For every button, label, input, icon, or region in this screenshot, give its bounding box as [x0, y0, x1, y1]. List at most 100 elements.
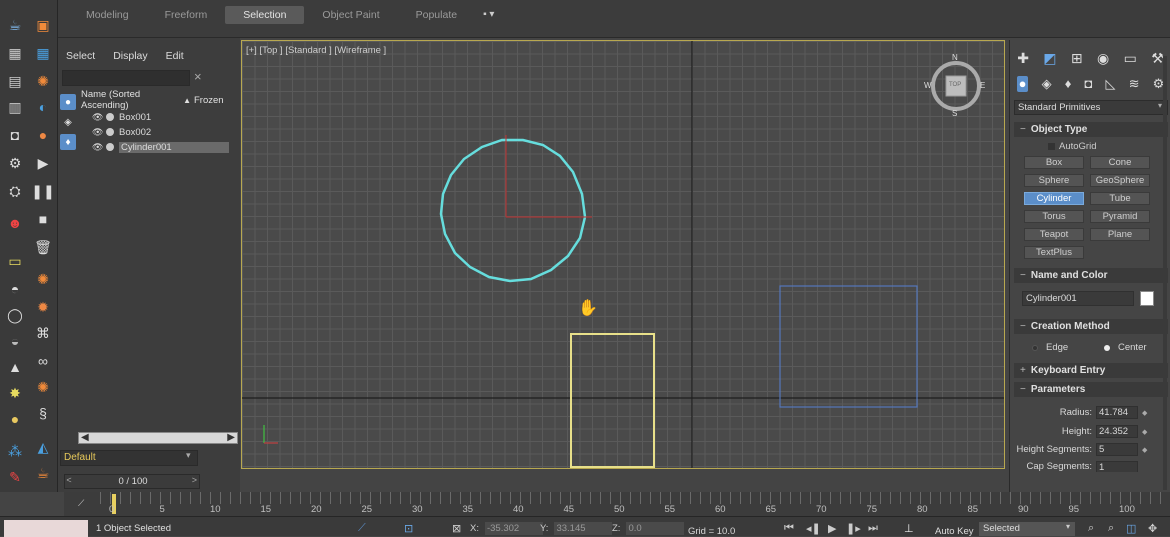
play-icon[interactable]: ▶	[32, 152, 54, 174]
schematic-icon[interactable]: ▥	[4, 96, 26, 118]
z-input[interactable]: 0.0	[626, 522, 685, 535]
next-key-icon[interactable]: ❚▸	[846, 522, 861, 535]
scene-row[interactable]: 👁 Box001	[92, 110, 238, 124]
geosphere-button[interactable]: GeoSphere	[1090, 174, 1150, 187]
material-editor-icon[interactable]: ▦	[32, 42, 54, 64]
cylinder-button[interactable]: Cylinder	[1024, 192, 1084, 205]
ribbon-tab-selection[interactable]: Selection	[225, 6, 305, 24]
display-icon[interactable]: ▭	[4, 250, 26, 272]
shapes-icon[interactable]: ◈	[1042, 76, 1052, 92]
curve-editor-icon[interactable]: ⟋	[78, 498, 84, 509]
checkbox-box[interactable]	[1048, 143, 1055, 150]
object-name-field[interactable]: Cylinder001	[1022, 291, 1134, 306]
lights-icon[interactable]: ♦	[1065, 76, 1072, 92]
orbit-icon[interactable]: ✥	[1148, 522, 1157, 535]
column-frozen[interactable]: Frozen	[194, 95, 238, 106]
ribbon-tab-freeform[interactable]: Freeform	[147, 6, 226, 24]
viewport-canvas[interactable]: ✋	[242, 41, 1004, 468]
column-name[interactable]: Name (Sorted Ascending)	[78, 89, 183, 111]
eye-icon[interactable]: 👁	[92, 112, 104, 123]
selection-lock-icon[interactable]: ⊡	[404, 522, 413, 535]
paint-icon[interactable]: ✎	[4, 466, 26, 488]
rollout-parameters[interactable]: − Parameters	[1014, 382, 1168, 397]
environment-icon[interactable]: ◐	[32, 96, 54, 118]
flame-icon[interactable]: ✺	[32, 268, 54, 290]
prev-key-icon[interactable]: ◂❚	[806, 522, 821, 535]
play-icon[interactable]: ▶	[828, 522, 836, 535]
scroll-right-icon[interactable]: ▶	[227, 432, 235, 443]
object-color-swatch[interactable]	[1140, 291, 1154, 306]
go-to-end-icon[interactable]: ⏭	[868, 522, 878, 535]
go-to-start-icon[interactable]: ⏮	[784, 522, 794, 535]
pan-icon[interactable]: ◫	[1126, 522, 1136, 535]
pyramid-button[interactable]: Pyramid	[1090, 210, 1150, 223]
menu-select[interactable]: Select	[66, 50, 95, 62]
geometry-icon[interactable]: ●	[1016, 76, 1029, 92]
radio-dot[interactable]	[1032, 344, 1038, 351]
auto-key-button[interactable]: Auto Key	[935, 526, 974, 537]
light-icon[interactable]: ▲	[4, 356, 26, 378]
viewcube-face-top[interactable]: TOP	[949, 82, 961, 88]
textplus-button[interactable]: TextPlus	[1024, 246, 1084, 259]
square-icon[interactable]: ■	[32, 208, 54, 230]
menu-edit[interactable]: Edit	[166, 50, 184, 62]
top-viewport[interactable]: [+] [Top ] [Standard ] [Wireframe ] ✋ N …	[241, 40, 1005, 469]
radio-edge[interactable]: Edge	[1032, 342, 1068, 353]
hierarchy-tab-icon[interactable]: ⊞	[1071, 50, 1083, 67]
ribbon-tab-populate[interactable]: Populate	[398, 6, 475, 24]
spline-icon[interactable]: ⌘	[32, 322, 54, 344]
layer-dropdown[interactable]: Default	[60, 450, 198, 466]
horizontal-scrollbar[interactable]: ◀ ▶	[78, 432, 238, 444]
sun-icon[interactable]: ✸	[4, 382, 26, 404]
key-filter-dropdown[interactable]: Selected	[979, 522, 1075, 536]
height-input[interactable]: 24.352	[1096, 425, 1138, 438]
chevron-down-icon[interactable]: ▾	[186, 450, 191, 461]
helmet-icon[interactable]: ◒	[4, 330, 26, 352]
set-key-icon[interactable]: ⊥	[904, 522, 914, 535]
scroll-left-icon[interactable]: ◀	[81, 432, 89, 443]
viewcube[interactable]: N S E W TOP	[924, 53, 985, 118]
knot-icon[interactable]: ∞	[32, 350, 54, 372]
camera-icon[interactable]: ◘	[4, 124, 26, 146]
cap-segments-input[interactable]: 1	[1096, 461, 1138, 472]
menu-display[interactable]: Display	[113, 50, 147, 62]
eye-icon[interactable]: 👁	[92, 127, 104, 138]
next-frame-icon[interactable]: >	[192, 475, 197, 485]
sphere-button[interactable]: Sphere	[1024, 174, 1084, 187]
radio-center[interactable]: Center	[1104, 342, 1147, 353]
particles-icon[interactable]: ⁂	[4, 440, 26, 462]
radius-input[interactable]: 41.784	[1096, 406, 1138, 419]
clear-search-icon[interactable]: ×	[194, 69, 208, 84]
rollout-name-color[interactable]: − Name and Color	[1014, 268, 1168, 283]
modify-tab-icon[interactable]: ◩	[1043, 50, 1056, 67]
spinner-icon[interactable]: ◆	[1142, 409, 1147, 417]
sphere-icon[interactable]: ◯	[4, 304, 26, 326]
pause-icon[interactable]: ❚❚	[31, 180, 54, 202]
flame2-icon[interactable]: ✺	[32, 376, 54, 398]
time-slider[interactable]: < 0 / 100 >	[64, 474, 200, 489]
display-lights-icon[interactable]: ♦	[60, 134, 76, 150]
plane-button[interactable]: Plane	[1090, 228, 1150, 241]
mirror-icon[interactable]: ◭	[32, 436, 54, 458]
absolute-mode-icon[interactable]: ⊠	[452, 522, 461, 535]
torus-button[interactable]: Torus	[1024, 210, 1084, 223]
teapot-icon[interactable]: ☕	[4, 14, 26, 36]
wrench-icon[interactable]: ⚙	[4, 152, 26, 174]
fire-icon[interactable]: ✺	[32, 70, 54, 92]
height-segments-input[interactable]: 5	[1096, 443, 1138, 456]
radio-dot-selected[interactable]	[1104, 344, 1110, 351]
spacewarps-icon[interactable]: ≋	[1129, 76, 1140, 92]
list-icon[interactable]: ▤	[4, 70, 26, 92]
x-input[interactable]: -35.302	[484, 522, 543, 535]
timeline[interactable]: ⟋ 0 5 10 15 20 25 30 35 40 45 50 55 60 65 70 75 80 85 90 95…	[64, 492, 1170, 516]
shapes-icon[interactable]: ●	[32, 124, 54, 146]
teapot-button[interactable]: Teapot	[1024, 228, 1084, 241]
tube-button[interactable]: Tube	[1090, 192, 1150, 205]
script-icon[interactable]: ⟋	[358, 522, 366, 535]
zoom-all-icon[interactable]: ⌕	[1108, 522, 1114, 535]
primitive-category-dropdown[interactable]: Standard Primitives	[1014, 100, 1168, 115]
rollout-keyboard-entry[interactable]: + Keyboard Entry	[1014, 363, 1168, 378]
dome-icon[interactable]: ◓	[4, 278, 26, 300]
twist-icon[interactable]: §	[32, 402, 54, 424]
fx-icon[interactable]: ✹	[32, 296, 54, 318]
